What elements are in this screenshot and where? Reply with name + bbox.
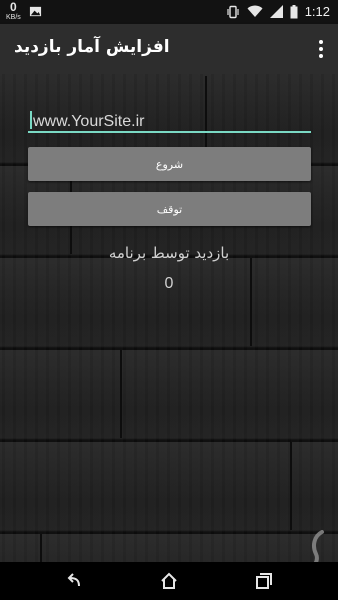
text-cursor (30, 111, 32, 129)
wood-seam (250, 258, 252, 346)
signal-icon (269, 5, 283, 18)
wifi-icon (247, 5, 263, 17)
status-bar: 0 KB/s 1:12 (0, 0, 338, 24)
start-button-label: شروع (155, 157, 184, 171)
home-icon[interactable] (159, 571, 179, 591)
start-button[interactable]: شروع (28, 147, 311, 181)
overflow-menu-icon[interactable] (318, 40, 324, 58)
net-speed-unit: KB/s (6, 14, 21, 21)
stop-button-label: توقف (156, 202, 183, 216)
url-input[interactable]: www.YourSite.ir (28, 111, 311, 137)
action-bar: افزایش آمار بازدید (0, 24, 338, 74)
wood-seam (40, 534, 42, 562)
wood-seam (120, 350, 122, 438)
battery-icon (290, 4, 298, 18)
status-right: 1:12 (226, 4, 330, 19)
back-icon[interactable] (64, 571, 84, 591)
url-input-value: www.YourSite.ir (33, 113, 145, 130)
visits-label: بازدید توسط برنامه (108, 244, 230, 262)
wood-seam (290, 442, 292, 530)
recent-apps-icon[interactable] (254, 571, 274, 591)
app-title: افزایش آمار بازدید (14, 37, 170, 57)
stop-button[interactable]: توقف (28, 192, 311, 226)
visits-counter: 0 (164, 275, 174, 292)
vibrate-icon (227, 5, 239, 18)
url-input-underline (28, 131, 311, 133)
image-icon (29, 6, 41, 17)
clock: 1:12 (304, 4, 330, 19)
net-speed-value: 0 (10, 0, 17, 14)
net-speed-indicator: 0 KB/s (6, 1, 21, 21)
navigation-bar (0, 562, 338, 600)
status-left: 0 KB/s (6, 1, 42, 21)
